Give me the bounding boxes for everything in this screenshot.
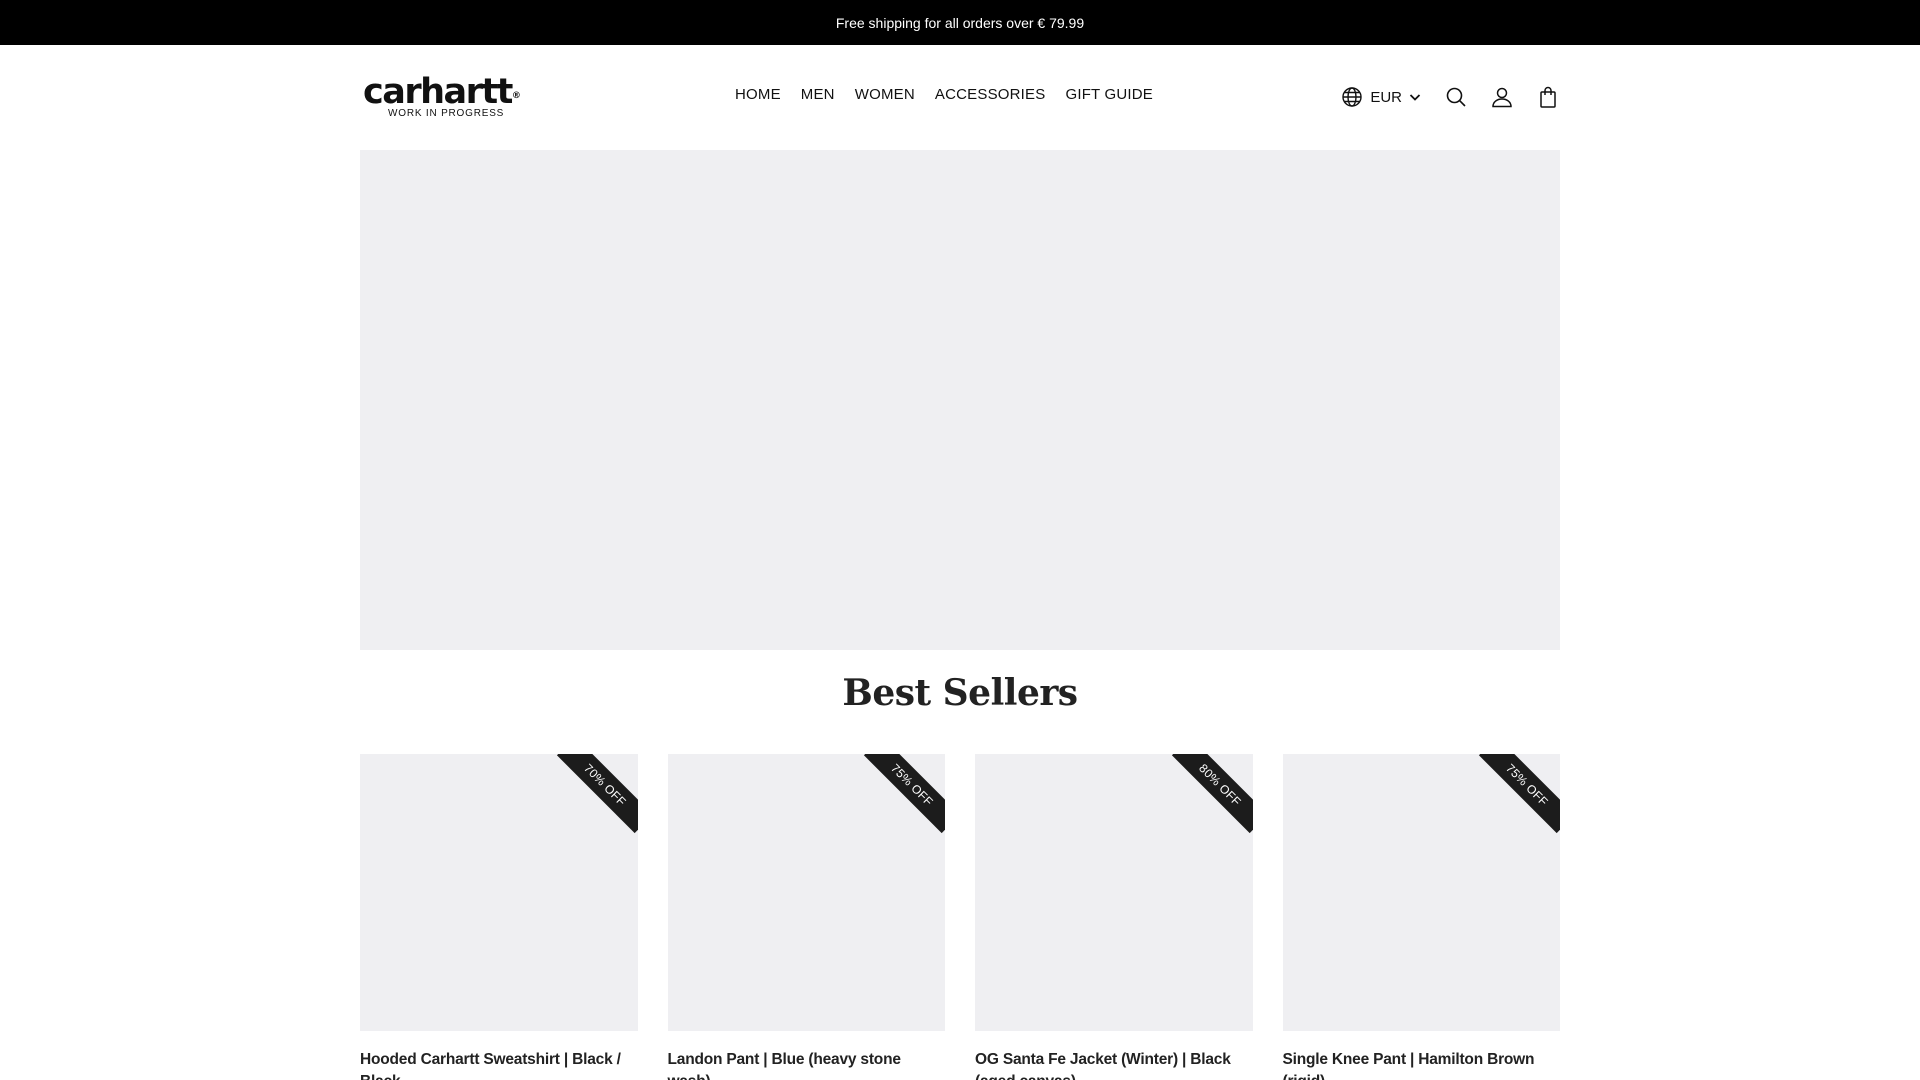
search-icon[interactable]	[1444, 85, 1468, 109]
logo-tagline: WORK IN PROGRESS	[388, 108, 505, 119]
nav-item-gift-guide[interactable]: GIFT GUIDE	[1065, 86, 1153, 103]
account-icon[interactable]	[1490, 85, 1514, 109]
hero-banner[interactable]	[360, 150, 1560, 650]
nav-item-home[interactable]: HOME	[735, 86, 781, 103]
product-image[interactable]: 75% OFF	[1282, 754, 1560, 1031]
nav-item-accessories[interactable]: ACCESSORIES	[935, 86, 1046, 103]
nav-item-women[interactable]: WOMEN	[855, 86, 915, 103]
nav-item-men[interactable]: MEN	[801, 86, 835, 103]
currency-label: EUR	[1370, 88, 1402, 106]
product-title[interactable]: Hooded Carhartt Sweatshirt | Black / Bla…	[360, 1049, 638, 1080]
product-card[interactable]: 80% OFF OG Santa Fe Jacket (Winter) | Bl…	[975, 754, 1253, 1080]
discount-badge: 75% OFF	[1478, 754, 1560, 834]
header-utilities: EUR	[1340, 85, 1560, 109]
announcement-bar: Free shipping for all orders over € 79.9…	[0, 0, 1920, 45]
discount-badge: 70% OFF	[556, 754, 638, 834]
product-title[interactable]: Single Knee Pant | Hamilton Brown (rigid…	[1283, 1049, 1561, 1080]
product-title[interactable]: OG Santa Fe Jacket (Winter) | Black (age…	[975, 1049, 1253, 1080]
site-header: carhartt® WORK IN PROGRESS HOME MEN WOME…	[360, 45, 1560, 150]
currency-selector[interactable]: EUR	[1340, 85, 1422, 109]
best-sellers-title: Best Sellers	[842, 672, 1078, 714]
product-image[interactable]: 70% OFF	[360, 754, 638, 1031]
product-image[interactable]: 75% OFF	[667, 754, 945, 1031]
product-title[interactable]: Landon Pant | Blue (heavy stone wash)	[668, 1049, 946, 1080]
cart-icon[interactable]	[1536, 85, 1560, 109]
product-card[interactable]: 75% OFF Landon Pant | Blue (heavy stone …	[667, 754, 946, 1080]
announcement-text: Free shipping for all orders over € 79.9…	[835, 14, 1085, 31]
product-grid: 70% OFF Hooded Carhartt Sweatshirt | Bla…	[360, 754, 1560, 1080]
chevron-down-icon	[1409, 94, 1421, 101]
discount-badge: 75% OFF	[863, 754, 945, 834]
discount-badge: 80% OFF	[1171, 754, 1253, 834]
product-card[interactable]: 75% OFF Single Knee Pant | Hamilton Brow…	[1282, 754, 1561, 1080]
product-image[interactable]: 80% OFF	[975, 754, 1253, 1031]
globe-icon	[1342, 87, 1363, 107]
product-card[interactable]: 70% OFF Hooded Carhartt Sweatshirt | Bla…	[360, 754, 638, 1080]
